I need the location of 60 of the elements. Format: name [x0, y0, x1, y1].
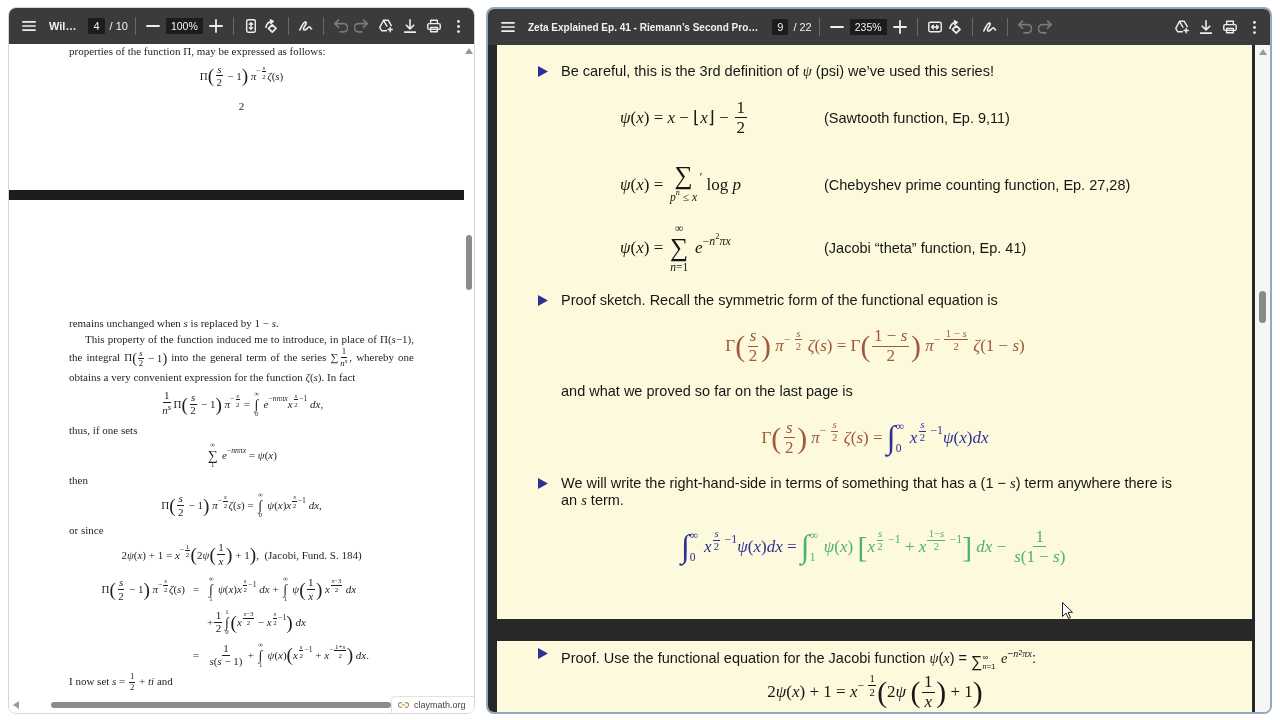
bullet-icon — [538, 294, 548, 306]
minus-icon — [145, 25, 160, 27]
plus-icon — [892, 20, 907, 34]
link-icon — [398, 702, 409, 708]
printer-icon — [427, 19, 441, 33]
bullet-text: Be careful, this is the 3rd definition of ψ (psi) we’ve used this series! — [561, 63, 994, 81]
redo-icon — [353, 19, 368, 33]
page-number-field[interactable]: 9 — [772, 19, 789, 35]
draw-icon — [982, 20, 997, 34]
triangle-plus-icon — [379, 19, 393, 33]
source-label: claymath.org — [414, 700, 466, 710]
menu-icon — [22, 19, 36, 33]
paragraph-text: then — [69, 472, 89, 488]
formula-note: (Jacobi “theta” function, Ep. 41) — [824, 240, 1027, 257]
source-chip[interactable]: claymath.org — [391, 696, 474, 713]
plus-icon — [208, 19, 223, 33]
paragraph-text: or since — [69, 522, 105, 538]
document-title: Zeta Explained Ep. 41 - Riemann’s Second Pro… — [528, 21, 759, 33]
download-icon — [1199, 20, 1213, 34]
undo-icon — [333, 19, 348, 33]
page-number: 2 — [238, 100, 245, 113]
rotate-icon — [263, 19, 278, 33]
scroll-up-icon[interactable] — [1258, 49, 1267, 55]
scrollbar-thumb[interactable] — [466, 235, 472, 290]
formula-note: (Chebyshev prime counting function, Ep. 27,28) — [824, 176, 1131, 193]
fit-page-icon — [243, 19, 258, 33]
page-number-field[interactable]: 4 — [88, 18, 105, 34]
paragraph-text: properties of the function Π, may be expressed as follows: — [69, 44, 327, 59]
page-count: / 10 — [109, 20, 128, 32]
zoom-field[interactable]: 235% — [849, 19, 887, 35]
vertical-scrollbar[interactable] — [1255, 45, 1270, 712]
formula-note: (Sawtooth function, Ep. 9,11) — [824, 109, 1010, 126]
bullet-icon — [538, 477, 548, 489]
printer-icon — [1223, 20, 1237, 34]
paragraph-text: remains unchanged when s is replaced by 1 − s. — [69, 316, 280, 331]
more-icon — [456, 19, 460, 33]
download-icon — [403, 19, 417, 33]
bullet-text: Proof sketch. Recall the symmetric form of the functional equation is — [561, 291, 998, 310]
paragraph-text: thus, if one sets — [69, 422, 139, 438]
redo-icon — [1037, 20, 1052, 34]
bullet-icon — [538, 66, 548, 77]
draw-icon — [298, 19, 313, 33]
triangle-plus-icon — [1175, 20, 1189, 34]
menu-icon — [501, 20, 515, 34]
more-icon — [1252, 20, 1256, 34]
scroll-left-icon[interactable] — [13, 700, 19, 709]
bullet-icon — [538, 648, 548, 659]
zoom-field[interactable]: 100% — [165, 18, 203, 34]
page-count: / 22 — [793, 21, 812, 33]
cursor-icon — [1062, 602, 1073, 619]
slide-text: and what we proved so far on the last page is — [560, 383, 854, 401]
minus-icon — [829, 26, 844, 28]
scrollbar-thumb[interactable] — [51, 701, 391, 708]
scroll-up-icon[interactable] — [465, 48, 473, 54]
scrollbar-thumb[interactable] — [1259, 291, 1266, 323]
rotate-icon — [947, 20, 962, 34]
undo-icon — [1017, 20, 1032, 34]
fit-width-icon — [927, 20, 942, 34]
document-title: Wil… — [49, 20, 77, 32]
bullet-text: We will write the right-hand-side in terms of something that has a (1 − s) term anywhere there is an s term. — [561, 474, 1174, 510]
